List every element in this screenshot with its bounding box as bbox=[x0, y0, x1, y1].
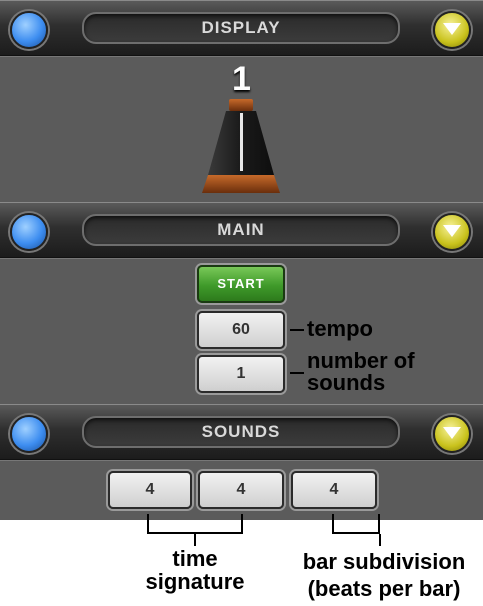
sounds-blue-button[interactable] bbox=[10, 415, 48, 453]
sounds-annotation-line2: sounds bbox=[307, 370, 386, 395]
sounds-annotation-line1: number of bbox=[307, 348, 415, 373]
time-signature-stem bbox=[194, 534, 196, 546]
main-title: MAIN bbox=[82, 214, 400, 246]
metronome-icon bbox=[202, 99, 280, 193]
sounds-pointer-line bbox=[290, 372, 304, 374]
time-signature-denominator-input[interactable]: 4 bbox=[198, 471, 284, 509]
main-collapse-button[interactable] bbox=[433, 213, 471, 251]
bar-subdivision-input[interactable]: 4 bbox=[291, 471, 377, 509]
chevron-down-icon bbox=[443, 23, 461, 35]
bar-subdivision-annotation-line1: bar subdivision bbox=[302, 549, 466, 574]
time-signature-numerator-input[interactable]: 4 bbox=[108, 471, 192, 509]
time-signature-annotation-line1: time bbox=[172, 546, 218, 571]
chevron-down-icon bbox=[443, 225, 461, 237]
display-title: DISPLAY bbox=[82, 12, 400, 44]
time-signature-bracket bbox=[147, 514, 243, 534]
display-header: DISPLAY bbox=[0, 0, 483, 56]
start-button[interactable]: START bbox=[197, 265, 285, 303]
bar-subdivision-bracket bbox=[332, 514, 380, 534]
sounds-title: SOUNDS bbox=[82, 416, 400, 448]
display-content: 1 bbox=[0, 56, 483, 202]
bar-subdivision-annotation-line2: (beats per bar) bbox=[307, 576, 461, 601]
chevron-down-icon bbox=[443, 427, 461, 439]
beat-counter: 1 bbox=[232, 60, 251, 98]
number-of-sounds-input[interactable]: 1 bbox=[197, 355, 285, 393]
tempo-annotation: tempo bbox=[307, 316, 373, 341]
sounds-collapse-button[interactable] bbox=[433, 415, 471, 453]
display-collapse-button[interactable] bbox=[433, 11, 471, 49]
time-signature-annotation-line2: signature bbox=[145, 569, 245, 594]
main-blue-button[interactable] bbox=[10, 213, 48, 251]
display-blue-button[interactable] bbox=[10, 11, 48, 49]
sounds-header: SOUNDS bbox=[0, 404, 483, 460]
tempo-input[interactable]: 60 bbox=[197, 311, 285, 349]
main-header: MAIN bbox=[0, 202, 483, 258]
tempo-pointer-line bbox=[290, 329, 304, 331]
bar-subdivision-stem bbox=[379, 534, 381, 546]
